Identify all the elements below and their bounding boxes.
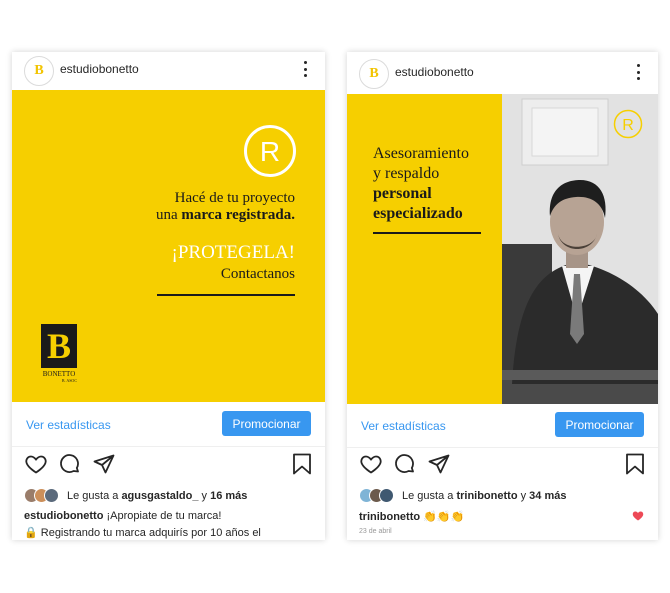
username[interactable]: estudiobonetto (60, 62, 139, 76)
promote-button[interactable]: Promocionar (555, 412, 644, 437)
brand-logo: B BONETTO B. ASOC (41, 324, 77, 386)
post-card-1: B estudiobonetto R Hacé de tu proyecto u… (12, 52, 325, 540)
likes-mid: y (517, 489, 530, 502)
headline-line-1: Hacé de tu proyecto (174, 190, 295, 206)
portrait-photo: R (502, 94, 658, 404)
post-image: R Hacé de tu proyecto una marca registra… (12, 90, 325, 402)
likes-count[interactable]: 34 más (529, 490, 566, 502)
comment-icon[interactable] (393, 452, 417, 476)
registered-letter: R (622, 117, 634, 134)
view-insights-link[interactable]: Ver estadísticas (26, 418, 111, 432)
more-icon[interactable] (636, 64, 640, 80)
heart-icon[interactable] (632, 510, 644, 522)
likes-prefix: Le gusta a (402, 489, 454, 502)
headline-prefix: una (155, 207, 182, 223)
divider-line (157, 294, 295, 296)
insights-bar: Ver estadísticas Promocionar (347, 405, 658, 448)
photo-art (502, 94, 658, 404)
caption: trinibonetto 👏👏👏 (359, 510, 464, 523)
likes-line: Le gusta a agusgastaldo_ y 16 más (24, 488, 247, 503)
caption-user[interactable]: trinibonetto (359, 511, 420, 523)
more-icon[interactable] (303, 61, 307, 77)
caption-line-2: 🔒 Registrando tu marca adquirís por 10 a… (24, 527, 261, 539)
heart-icon[interactable] (359, 452, 383, 476)
avatar[interactable]: B (359, 59, 389, 89)
headline-line-2: y respaldo (373, 165, 440, 182)
comment-icon[interactable] (58, 452, 82, 476)
action-bar (12, 452, 325, 480)
avatar[interactable]: B (24, 56, 54, 86)
registered-icon: R (244, 125, 296, 177)
post-image: Asesoramiento y respaldo personal especi… (347, 94, 658, 404)
cta-subheading: Contactanos (220, 266, 295, 282)
headline-line-3: personal (373, 185, 432, 202)
post-date: 23 de abril (359, 528, 392, 535)
view-insights-link[interactable]: Ver estadísticas (361, 419, 446, 433)
liker-avatars (24, 488, 59, 503)
insights-bar: Ver estadísticas Promocionar (12, 404, 325, 447)
likes-user[interactable]: trinibonetto (456, 490, 517, 502)
share-icon[interactable] (427, 452, 451, 476)
logo-name: BONETTO (42, 370, 76, 378)
caption-text: 👏👏👏 (420, 511, 465, 523)
action-bar (347, 452, 658, 480)
avatar-letter: B (34, 63, 44, 78)
registered-icon: R (613, 109, 643, 139)
post-header: B estudiobonetto (347, 55, 658, 93)
headline-bold: marca registrada. (181, 207, 295, 223)
headline-line-4: especializado (373, 205, 463, 222)
likes-line: Le gusta a trinibonetto y 34 más (359, 488, 566, 503)
likes-user[interactable]: agusgastaldo_ (121, 490, 198, 502)
cta-heading: ¡PROTEGELA! (171, 242, 295, 263)
headline-line-1: Asesoramiento (373, 145, 469, 162)
username[interactable]: estudiobonetto (395, 65, 474, 79)
likes-count[interactable]: 16 más (210, 490, 247, 502)
share-icon[interactable] (92, 452, 116, 476)
registered-letter: R (260, 136, 280, 167)
post-header: B estudiobonetto (12, 52, 325, 90)
caption-user[interactable]: estudiobonetto (24, 510, 103, 522)
likes-mid: y (198, 489, 211, 502)
heart-icon[interactable] (24, 452, 48, 476)
logo-letter: B (46, 326, 71, 366)
headline-line-2: una marca registrada. (156, 207, 295, 224)
caption: estudiobonetto ¡Apropiate de tu marca! (24, 510, 221, 522)
divider-line (373, 232, 481, 234)
logo-tag: B. ASOC (61, 378, 77, 383)
liker-avatars (359, 488, 394, 503)
bookmark-icon[interactable] (291, 452, 313, 476)
post-card-2: B estudiobonetto Asesoramiento y respald… (347, 52, 658, 540)
avatar-letter: B (369, 66, 379, 81)
bookmark-icon[interactable] (624, 452, 646, 476)
promote-button[interactable]: Promocionar (222, 411, 311, 436)
likes-prefix: Le gusta a (67, 489, 119, 502)
caption-text: ¡Apropiate de tu marca! (103, 510, 222, 522)
